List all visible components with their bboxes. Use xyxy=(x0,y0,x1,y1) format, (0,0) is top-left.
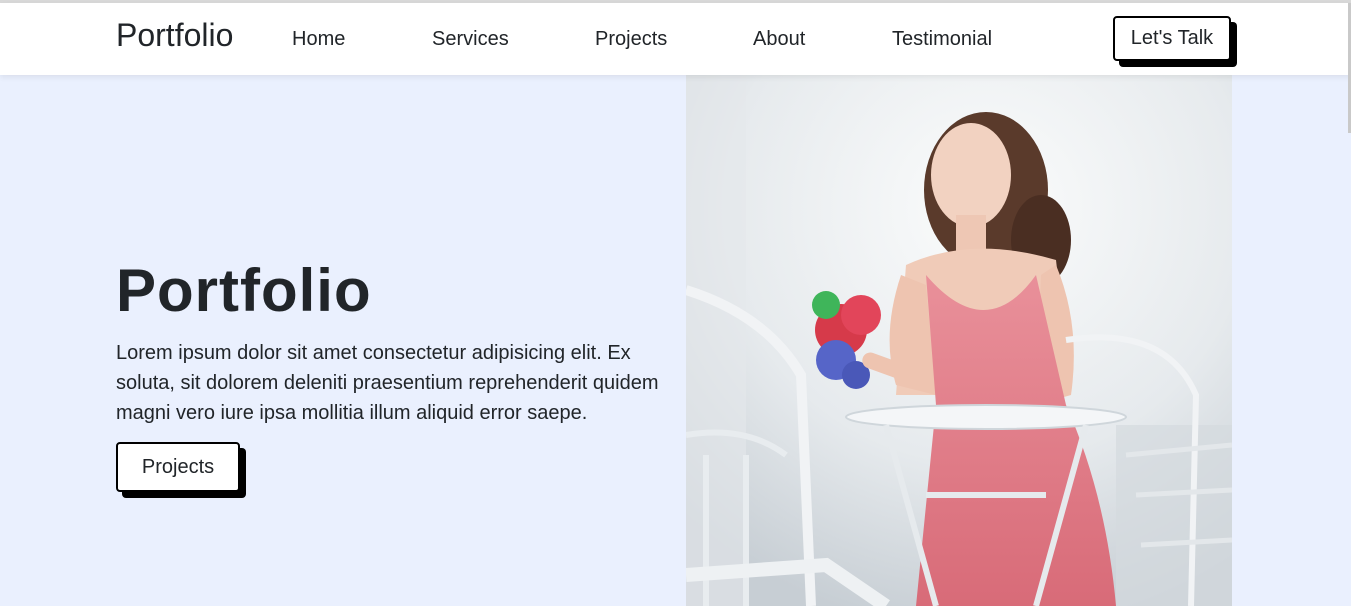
hero-description: Lorem ipsum dolor sit amet consectetur a… xyxy=(116,342,659,424)
projects-button[interactable]: Projects xyxy=(116,442,240,492)
brand-logo[interactable]: Portfolio xyxy=(116,17,233,54)
hero-photo xyxy=(686,75,1232,606)
lets-talk-wrapper: Let's Talk xyxy=(1113,16,1237,67)
nav-link-about[interactable]: About xyxy=(753,28,805,51)
navbar: Portfolio Home Services Projects About T… xyxy=(0,3,1351,75)
nav-link-home[interactable]: Home xyxy=(292,28,345,51)
lets-talk-button[interactable]: Let's Talk xyxy=(1113,16,1231,61)
nav-link-projects[interactable]: Projects xyxy=(595,28,667,51)
nav-link-testimonial[interactable]: Testimonial xyxy=(892,28,992,51)
hero-photo-illustration xyxy=(686,75,1232,606)
projects-button-wrapper: Projects xyxy=(116,442,246,498)
hero-title: Portfolio xyxy=(116,257,372,324)
nav-link-services[interactable]: Services xyxy=(432,28,509,51)
